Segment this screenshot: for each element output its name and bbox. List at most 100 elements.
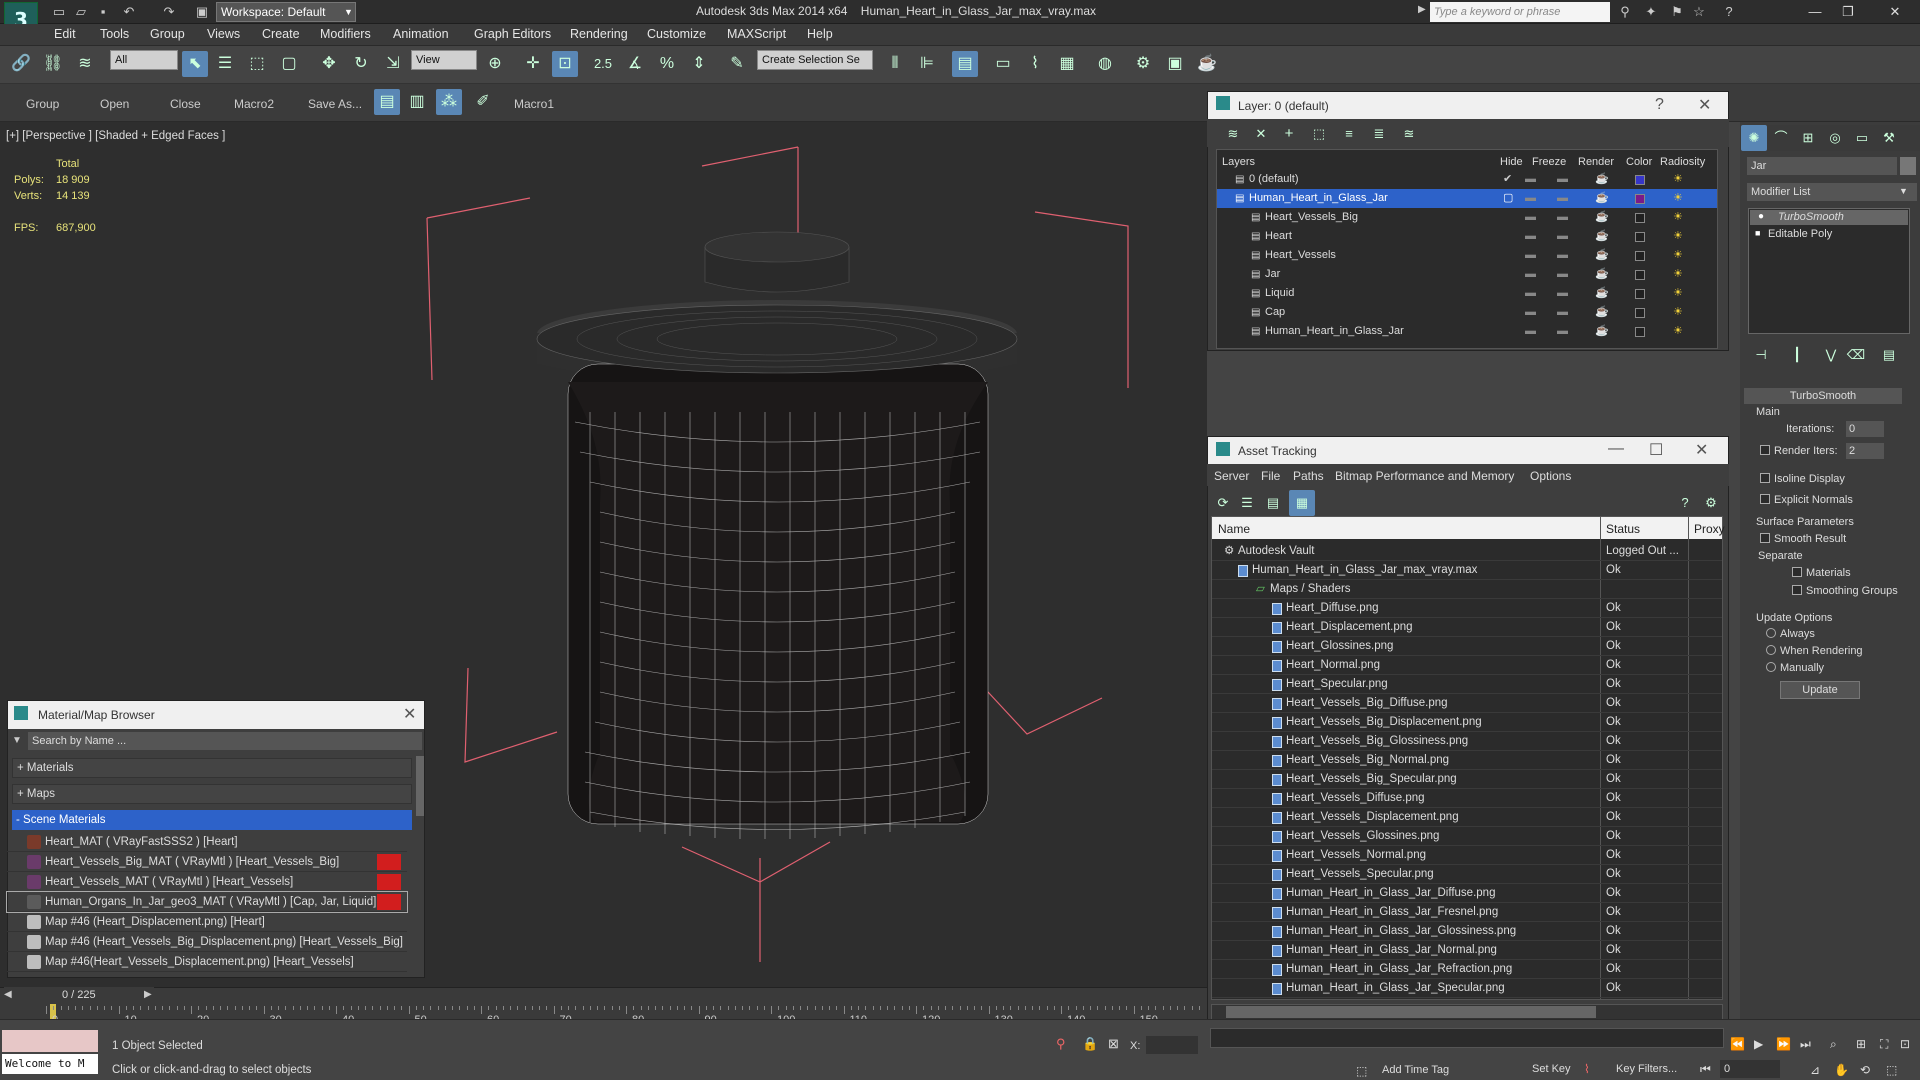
project-folder-icon[interactable]: ▣: [193, 3, 211, 21]
menu-edit[interactable]: Edit: [54, 27, 76, 41]
status-field[interactable]: [1210, 1028, 1724, 1048]
isoline-option[interactable]: Isoline Display: [1760, 473, 1845, 485]
render-iters-spinner[interactable]: 2: [1846, 443, 1884, 459]
menu-views[interactable]: Views: [207, 27, 240, 41]
search-expand-icon[interactable]: ▶: [1418, 4, 1426, 15]
angle-snap-icon[interactable]: ∡: [622, 51, 648, 77]
materials-checkbox[interactable]: [1792, 567, 1802, 577]
layer-col-color[interactable]: Color: [1626, 156, 1652, 168]
current-layer-icon[interactable]: ▢: [1503, 189, 1513, 208]
asset-row[interactable]: Heart_Normal.png Ok: [1212, 656, 1722, 675]
asset-row[interactable]: Heart_Vessels_Diffuse.png Ok: [1212, 789, 1722, 808]
layer-row[interactable]: ▤ Cap ▬ ▬ ☕ ☀: [1217, 303, 1717, 322]
minimize-icon[interactable]: —: [1800, 2, 1830, 22]
play-icon[interactable]: ▶: [1754, 1037, 1763, 1051]
display-tab-icon[interactable]: ▭: [1849, 125, 1875, 151]
layer-add-icon[interactable]: +: [1276, 121, 1302, 147]
asset-row[interactable]: Heart_Vessels_Normal.png Ok: [1212, 846, 1722, 865]
turbosmooth-rollout[interactable]: TurboSmooth: [1744, 388, 1902, 404]
radiosity-icon[interactable]: ☀: [1673, 189, 1683, 208]
key-mode-icon[interactable]: ⌇: [1584, 1062, 1590, 1076]
current-frame-field[interactable]: 0: [1720, 1060, 1780, 1078]
hide-toggle-icon[interactable]: ▬: [1525, 265, 1536, 284]
exchange-icon[interactable]: ⚑: [1668, 3, 1686, 21]
make-unique-icon[interactable]: ⋁: [1818, 342, 1844, 368]
ref-coord-dropdown[interactable]: View: [411, 50, 477, 70]
menu-group[interactable]: Group: [150, 27, 185, 41]
asset-row[interactable]: Human_Heart_in_Glass_Jar_Refraction.png O…: [1212, 960, 1722, 979]
macro1-button[interactable]: Macro1: [514, 97, 554, 111]
stack-expand-icon[interactable]: ■: [1755, 228, 1760, 238]
freeze-toggle-icon[interactable]: ▬: [1557, 265, 1568, 284]
menu-tools[interactable]: Tools: [100, 27, 129, 41]
render-iters-label[interactable]: Render Iters:: [1760, 445, 1838, 457]
asset-row[interactable]: Human_Heart_in_Glass_Jar_Diffuse.png Ok: [1212, 884, 1722, 903]
modifier-list-dropdown[interactable]: Modifier List: [1747, 183, 1917, 201]
hide-toggle-icon[interactable]: ▬: [1525, 227, 1536, 246]
zoom-extents-icon[interactable]: ⛶: [1880, 1037, 1888, 1052]
layer-help-icon[interactable]: ?: [1655, 96, 1664, 114]
smoothing-groups-option[interactable]: Smoothing Groups: [1792, 585, 1898, 597]
layer-manager-icon[interactable]: ▤: [952, 51, 978, 77]
asset-menu-server[interactable]: Server: [1214, 469, 1249, 483]
lock-icon[interactable]: 🔒: [1082, 1036, 1098, 1052]
rendered-frame-icon[interactable]: ▣: [1162, 51, 1188, 77]
workspace-chevron-icon[interactable]: ▼: [344, 2, 358, 22]
asset-col-proxy[interactable]: Proxy: [1694, 522, 1725, 536]
layer-color-swatch[interactable]: [1635, 175, 1645, 185]
save-icon[interactable]: ▪: [94, 3, 112, 21]
render-toggle-icon[interactable]: ☕: [1595, 284, 1609, 303]
asset-row[interactable]: Heart_Vessels_Big_Glossiness.png Ok: [1212, 732, 1722, 751]
macro2-button[interactable]: Macro2: [234, 97, 274, 111]
render-toggle-icon[interactable]: ☕: [1595, 322, 1609, 341]
material-item[interactable]: Map #46(Heart_Vessels_Displacement.png) …: [7, 952, 407, 972]
asset-row[interactable]: Human_Heart_in_Glass_Jar_Fresnel.png Ok: [1212, 903, 1722, 922]
scale-icon[interactable]: ⇲: [380, 51, 406, 77]
layer-color-swatch[interactable]: [1635, 213, 1645, 223]
window-crossing-icon[interactable]: ▢: [276, 51, 302, 77]
asset-menu-file[interactable]: File: [1261, 469, 1280, 483]
bind-spacewarp-icon[interactable]: ≋: [72, 51, 98, 77]
isoline-checkbox[interactable]: [1760, 473, 1770, 483]
object-name-field[interactable]: Jar: [1747, 157, 1897, 175]
layer-col-render[interactable]: Render: [1578, 156, 1614, 168]
orbit-icon[interactable]: ⟲: [1860, 1063, 1870, 1077]
radiosity-icon[interactable]: ☀: [1673, 284, 1683, 303]
asset-row[interactable]: ⚙ Autodesk Vault Logged Out ...: [1212, 542, 1722, 561]
hide-toggle-icon[interactable]: ▬: [1525, 246, 1536, 265]
save-as-button[interactable]: Save As...: [308, 97, 362, 111]
close-button[interactable]: Close: [170, 97, 201, 111]
add-time-tag-button[interactable]: Add Time Tag: [1382, 1064, 1449, 1076]
render-teapot-icon[interactable]: ☕: [1194, 51, 1220, 77]
layer-row[interactable]: ▤ Jar ▬ ▬ ☕ ☀: [1217, 265, 1717, 284]
layer-row[interactable]: ▤ Heart_Vessels ▬ ▬ ☕ ☀: [1217, 246, 1717, 265]
menu-graph-editors[interactable]: Graph Editors: [474, 27, 551, 41]
layer-row[interactable]: ▤ Human_Heart_in_Glass_Jar ▢ ▬ ▬ ☕ ☀: [1217, 189, 1717, 208]
macro-icon-c[interactable]: ⁂: [436, 89, 462, 115]
render-setup-icon[interactable]: ⚙: [1130, 51, 1156, 77]
x-coord-field[interactable]: [1146, 1036, 1198, 1054]
pivot-center-icon[interactable]: ⊕: [482, 51, 508, 77]
radiosity-icon[interactable]: ☀: [1673, 227, 1683, 246]
redo-icon[interactable]: ↷: [160, 3, 178, 21]
binoculars-icon[interactable]: ⚲: [1616, 3, 1634, 21]
macro-brush-icon[interactable]: ✐: [470, 89, 496, 115]
render-toggle-icon[interactable]: ☕: [1595, 189, 1609, 208]
percent-snap-icon[interactable]: %: [654, 51, 680, 77]
material-browser-close-icon[interactable]: ✕: [403, 704, 416, 724]
asset-row[interactable]: Heart_Displacement.png Ok: [1212, 618, 1722, 637]
always-radio[interactable]: [1766, 628, 1776, 638]
isolate-selection-icon[interactable]: ⚲: [1056, 1036, 1066, 1052]
keyboard-shortcut-icon[interactable]: ⊡: [552, 51, 578, 77]
explicit-normals-checkbox[interactable]: [1760, 494, 1770, 504]
select-object-icon[interactable]: ⬉: [182, 51, 208, 77]
menu-rendering[interactable]: Rendering: [570, 27, 628, 41]
absolute-mode-icon[interactable]: ⊠: [1108, 1036, 1119, 1052]
layer-color-swatch[interactable]: [1635, 289, 1645, 299]
rect-selection-icon[interactable]: ⬚: [244, 51, 270, 77]
next-frame-icon[interactable]: ⏩: [1776, 1037, 1791, 1051]
render-toggle-icon[interactable]: ☕: [1595, 208, 1609, 227]
menu-maxscript[interactable]: MAXScript: [727, 27, 786, 41]
layer-color-swatch[interactable]: [1635, 270, 1645, 280]
freeze-toggle-icon[interactable]: ▬: [1557, 189, 1568, 208]
